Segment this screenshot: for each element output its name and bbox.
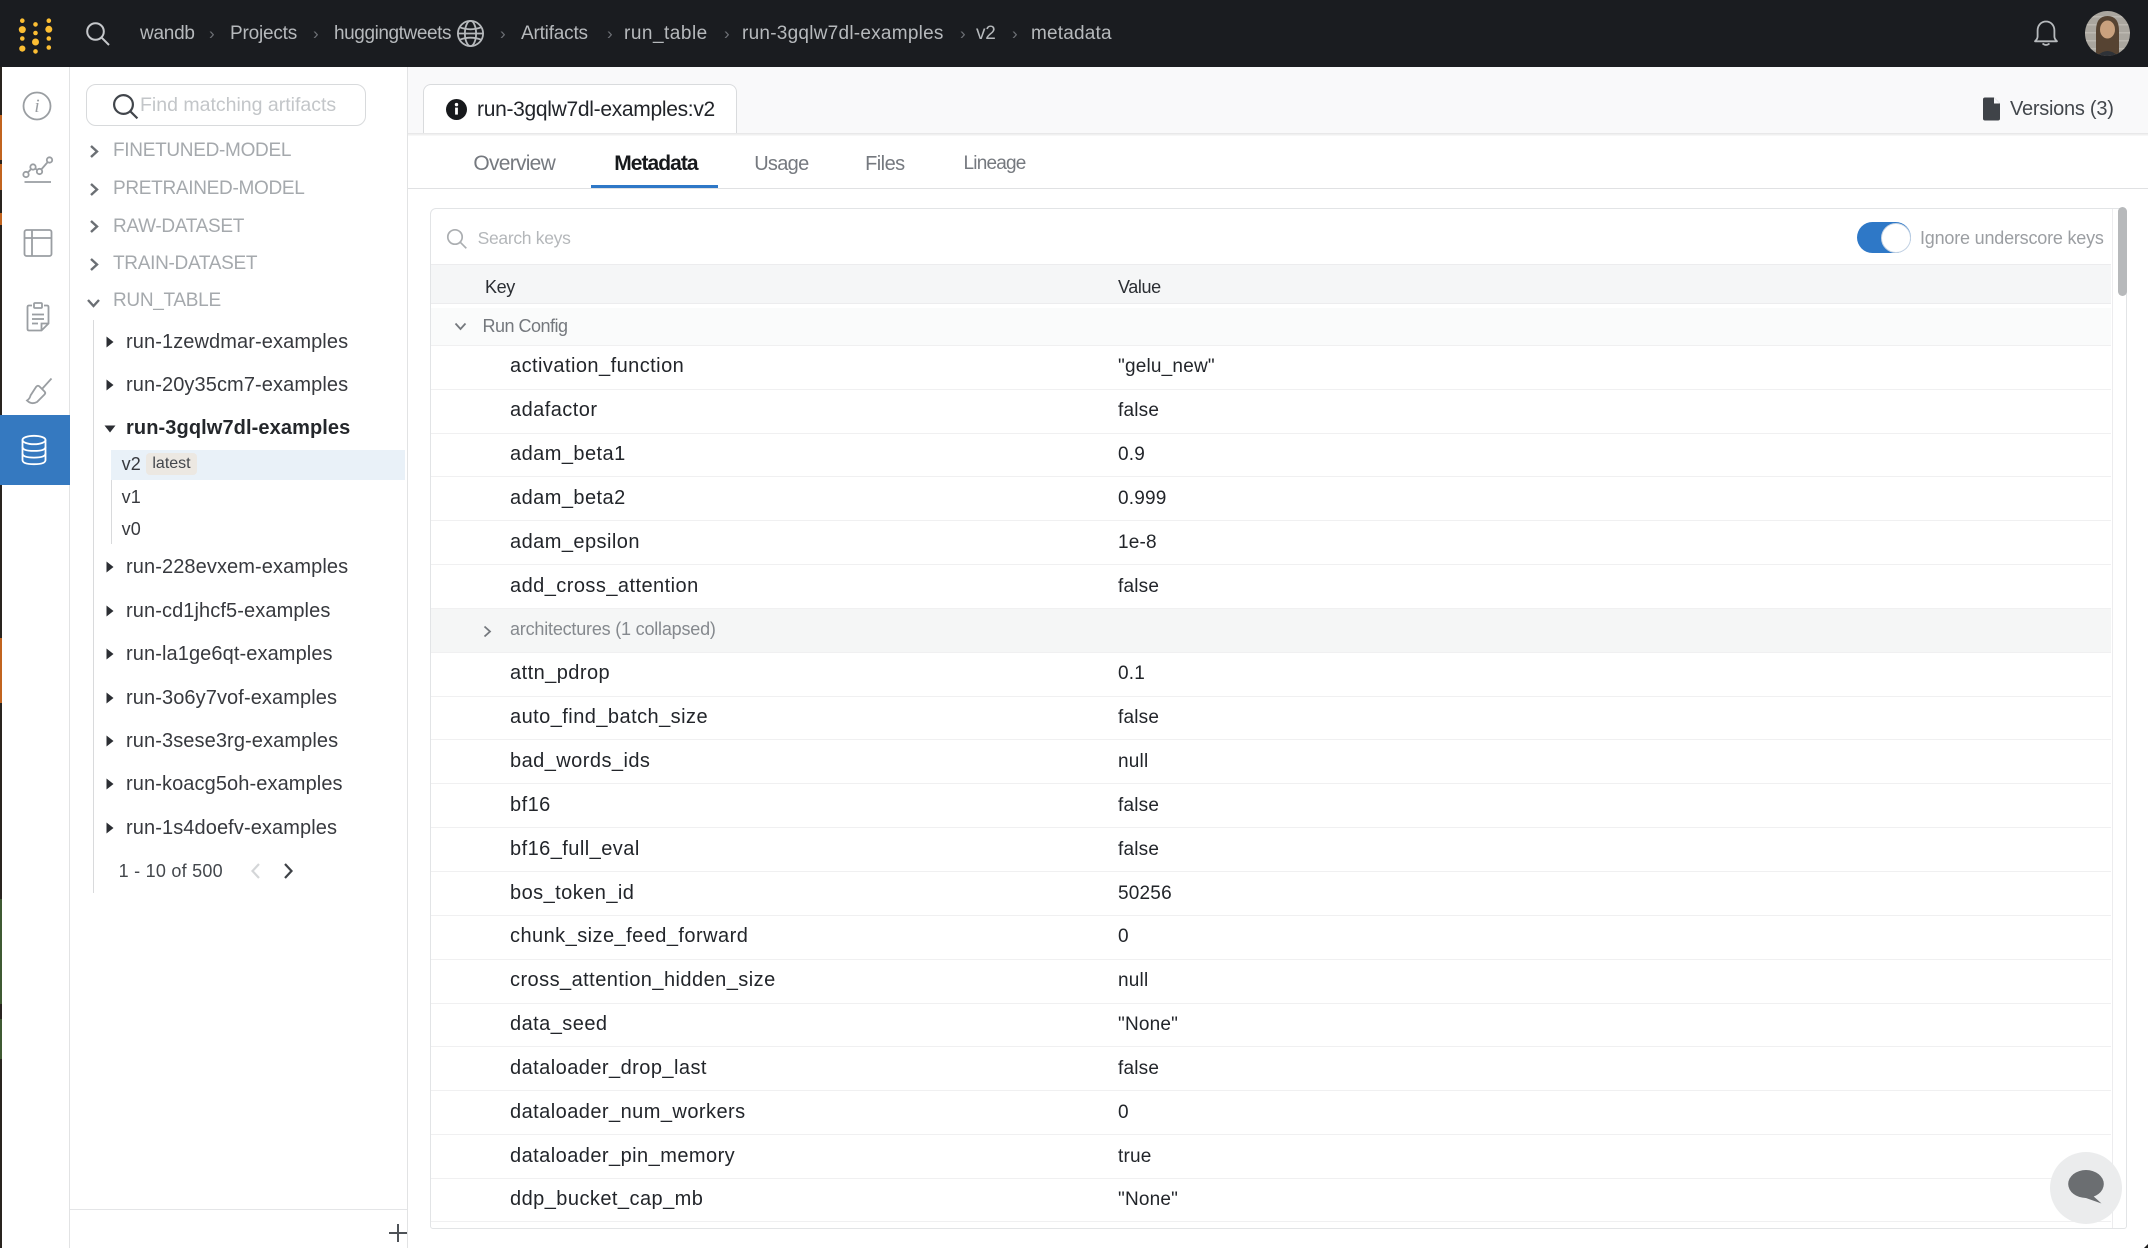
svg-text:i: i: [34, 96, 39, 117]
